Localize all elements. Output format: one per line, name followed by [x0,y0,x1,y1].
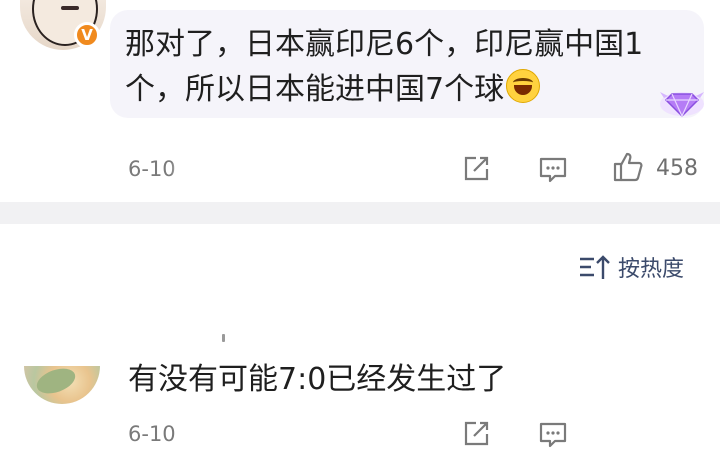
section-divider [0,202,720,224]
comment2-text: 有没有可能7:0已经发生过了 [128,362,507,397]
comment2-comment-icon[interactable] [538,421,568,449]
comment1-like-count: 458 [656,156,698,181]
laugh-cry-emoji-icon [506,69,541,103]
comment1-location-mask [176,160,190,182]
verified-badge-icon: V [74,22,100,48]
comment1-time: 6-10 [128,157,176,181]
comment1-thumb-up-icon[interactable] [612,151,644,183]
comment1-text: 那对了，日本赢印尼6个，印尼赢中国1个，所以日本能进中国7个球 [125,27,644,107]
sort-by-heat-button[interactable]: 按热度 [578,251,684,283]
comment2-avatar[interactable] [24,366,100,404]
comment2-time: 6-10 [128,422,176,446]
comment2-share-icon[interactable] [462,420,490,448]
stray-mark [222,334,225,342]
comment1-text-block: 那对了，日本赢印尼6个，印尼赢中国1个，所以日本能进中国7个球 [125,22,685,112]
sort-icon [580,255,610,279]
watermark-blur-area [578,408,712,454]
comment1-share-icon[interactable] [462,155,490,183]
sort-label: 按热度 [618,257,685,282]
comment1-comment-icon[interactable] [538,156,568,184]
diamond-member-badge-icon [660,92,704,118]
